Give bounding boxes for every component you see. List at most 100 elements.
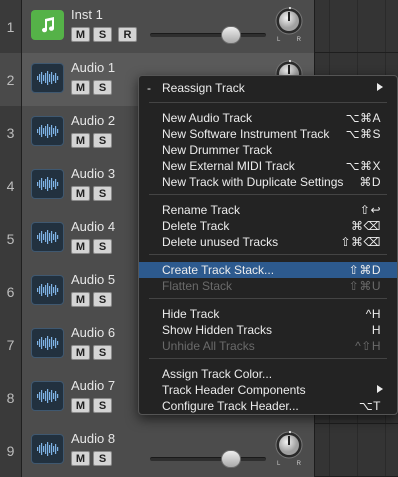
track-number: 8 (0, 371, 22, 424)
menu-item-shortcut: ⇧⌘⌫ (340, 235, 381, 249)
menu-item-rename-track[interactable]: Rename Track ⇧↩ (139, 202, 397, 218)
waveform-icon[interactable] (31, 328, 64, 358)
menu-item-show-hidden-tracks[interactable]: Show Hidden Tracks H (139, 322, 397, 338)
menu-item-flatten-stack: Flatten Stack ⇧⌘U (139, 278, 397, 294)
mute-button[interactable]: M (71, 80, 90, 95)
volume-fader[interactable] (150, 457, 266, 461)
menu-item-shortcut: ⇧⌘U (348, 279, 381, 293)
menu-item-new-external-midi-track[interactable]: New External MIDI Track ⌥⌘X (139, 158, 397, 174)
menu-item-reassign-track[interactable]: - Reassign Track (139, 80, 397, 96)
menu-separator (149, 102, 387, 103)
waveform-icon[interactable] (31, 275, 64, 305)
track-name[interactable]: Audio 2 (71, 113, 115, 128)
menu-separator (149, 298, 387, 299)
solo-button[interactable]: S (93, 133, 112, 148)
mute-button[interactable]: M (71, 133, 90, 148)
track-name[interactable]: Audio 5 (71, 272, 115, 287)
waveform-icon[interactable] (31, 116, 64, 146)
waveform-icon[interactable] (31, 222, 64, 252)
menu-separator (149, 254, 387, 255)
menu-separator (149, 194, 387, 195)
menu-item-hide-track[interactable]: Hide Track ^H (139, 306, 397, 322)
pan-knob-icon[interactable]: LR (274, 6, 304, 46)
mute-button[interactable]: M (71, 292, 90, 307)
track-header[interactable]: Inst 1 MSR LR (22, 0, 314, 53)
menu-item-new-drummer-track[interactable]: New Drummer Track (139, 142, 397, 158)
menu-collapse-dash: - (147, 81, 151, 95)
menu-item-shortcut: ⌥T (358, 399, 381, 413)
menu-item-label: Rename Track (162, 203, 241, 217)
volume-fader[interactable] (150, 33, 266, 37)
menu-item-new-track-with-duplicate-settings[interactable]: New Track with Duplicate Settings ⌘D (139, 174, 397, 190)
menu-item-label: New Software Instrument Track (162, 127, 330, 141)
waveform-icon[interactable] (31, 434, 64, 464)
track-name[interactable]: Audio 1 (71, 60, 115, 75)
track-name[interactable]: Audio 7 (71, 378, 115, 393)
menu-item-label: Delete unused Tracks (162, 235, 279, 249)
menu-separator (149, 358, 387, 359)
solo-button[interactable]: S (93, 239, 112, 254)
menu-item-label: New Track with Duplicate Settings (162, 175, 344, 189)
menu-item-shortcut: H (371, 323, 381, 337)
pan-knob-icon[interactable]: LR (274, 430, 304, 470)
track-row[interactable]: 1 Inst 1 MSR LR (0, 0, 398, 53)
volume-fader-handle[interactable] (221, 26, 241, 44)
track-header[interactable]: Audio 8MSLR (22, 424, 314, 477)
menu-item-label: Unhide All Tracks (162, 339, 255, 353)
menu-item-shortcut: ⌥⌘X (345, 159, 381, 173)
menu-item-shortcut: ⌘D (359, 175, 381, 189)
solo-button[interactable]: S (93, 186, 112, 201)
volume-fader-handle[interactable] (221, 450, 241, 468)
mute-button[interactable]: M (71, 239, 90, 254)
menu-item-shortcut: ^⇧H (355, 339, 381, 353)
pan-labels: LR (277, 37, 301, 43)
solo-button[interactable]: S (93, 345, 112, 360)
menu-item-shortcut: ⌥⌘A (345, 111, 381, 125)
solo-button[interactable]: S (93, 292, 112, 307)
waveform-icon[interactable] (31, 381, 64, 411)
mute-button[interactable]: M (71, 186, 90, 201)
waveform-icon[interactable] (31, 169, 64, 199)
track-number: 9 (0, 424, 22, 477)
solo-button[interactable]: S (93, 398, 112, 413)
track-name[interactable]: Inst 1 (71, 7, 103, 22)
menu-item-configure-track-header[interactable]: Configure Track Header... ⌥T (139, 398, 397, 414)
pan-right-label: R (296, 461, 301, 467)
menu-item-label: Hide Track (162, 307, 220, 321)
menu-item-label: Create Track Stack... (162, 263, 275, 277)
mute-button[interactable]: M (71, 451, 90, 466)
menu-item-shortcut: ⌘⌫ (351, 219, 381, 233)
menu-item-new-audio-track[interactable]: New Audio Track ⌥⌘A (139, 110, 397, 126)
track-name[interactable]: Audio 8 (71, 431, 115, 446)
record-enable-button[interactable]: R (118, 27, 137, 42)
pan-labels: LR (277, 461, 301, 467)
track-number: 7 (0, 318, 22, 371)
menu-item-label: New Drummer Track (162, 143, 273, 157)
menu-item-track-header-components[interactable]: Track Header Components (139, 382, 397, 398)
menu-item-create-track-stack[interactable]: Create Track Stack... ⇧⌘D (139, 262, 397, 278)
menu-item-delete-unused-tracks[interactable]: Delete unused Tracks ⇧⌘⌫ (139, 234, 397, 250)
solo-button[interactable]: S (93, 451, 112, 466)
track-number: 5 (0, 212, 22, 265)
track-name[interactable]: Audio 3 (71, 166, 115, 181)
menu-item-shortcut: ⌥⌘S (345, 127, 381, 141)
track-name[interactable]: Audio 4 (71, 219, 115, 234)
menu-item-assign-track-color[interactable]: Assign Track Color... (139, 366, 397, 382)
menu-item-new-software-instrument-track[interactable]: New Software Instrument Track ⌥⌘S (139, 126, 397, 142)
pan-left-label: L (277, 461, 281, 467)
menu-item-shortcut: ⇧⌘D (348, 263, 381, 277)
solo-button[interactable]: S (93, 27, 112, 42)
mute-button[interactable]: M (71, 398, 90, 413)
track-name[interactable]: Audio 6 (71, 325, 115, 340)
track-number: 1 (0, 0, 22, 53)
mute-button[interactable]: M (71, 345, 90, 360)
submenu-arrow-icon (377, 385, 383, 393)
mute-button[interactable]: M (71, 27, 90, 42)
solo-button[interactable]: S (93, 80, 112, 95)
menu-item-delete-track[interactable]: Delete Track ⌘⌫ (139, 218, 397, 234)
track-row[interactable]: 9 Audio 8MSLR (0, 424, 398, 477)
menu-item-label: Track Header Components (162, 383, 306, 397)
waveform-icon[interactable] (31, 63, 64, 93)
pan-left-label: L (277, 37, 281, 43)
music-note-icon[interactable] (31, 10, 64, 40)
